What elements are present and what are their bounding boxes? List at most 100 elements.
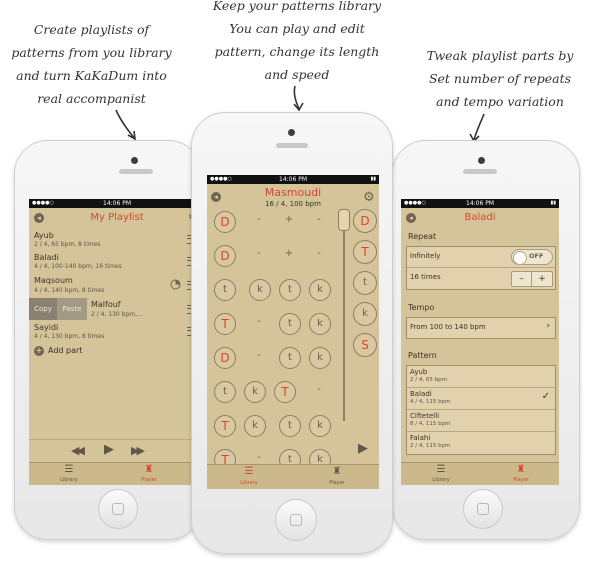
beat-cell[interactable]: t [279, 279, 301, 301]
beat-cell-empty[interactable]: + [283, 214, 295, 225]
palette-sound[interactable]: k [353, 302, 377, 326]
rewind-icon[interactable]: ◀◀ [71, 444, 85, 457]
beat-row: D - t k [207, 347, 347, 371]
back-button[interactable]: ◂ [34, 213, 44, 223]
settings-gear-icon[interactable]: ⚙ [363, 191, 375, 204]
battery-icon: ▮▮ [370, 176, 376, 182]
pattern-option[interactable]: Falahi 2 / 4, 115 bpm [407, 432, 555, 453]
beat-cell-empty[interactable]: - [253, 316, 265, 327]
beat-cell[interactable]: t [279, 415, 301, 437]
beat-cell[interactable]: D [214, 347, 236, 369]
beat-cell[interactable]: t [214, 279, 236, 301]
beat-cell[interactable]: k [309, 347, 331, 369]
beat-cell[interactable]: D [214, 211, 236, 233]
palette-sound[interactable]: t [353, 271, 377, 295]
tab-library[interactable]: ☰ Library [229, 467, 269, 487]
tab-player[interactable]: ♜ Player [501, 464, 541, 484]
list-icon: ☰ [244, 466, 254, 477]
beat-grid: D - + - D - + - t k t k T - t k D - t k … [207, 175, 347, 471]
caption-right: Tweak playlist parts by Set number of re… [410, 44, 590, 113]
add-part-label: Add part [48, 346, 83, 355]
beat-cell[interactable]: k [309, 415, 331, 437]
beat-cell[interactable]: k [244, 381, 266, 403]
page-title: Baladi [464, 212, 496, 223]
play-icon[interactable]: ▶ [104, 442, 114, 457]
beat-cell-empty[interactable]: - [313, 384, 325, 395]
list-icon: ☰ [64, 464, 74, 475]
checkmark-icon: ✓ [541, 391, 550, 402]
caption-middle-line: Keep your patterns library [212, 0, 382, 13]
beat-cell-empty[interactable]: + [283, 248, 295, 259]
playlist-item-title: Baladi [34, 253, 59, 262]
camera [288, 129, 295, 136]
beat-cell[interactable]: k [309, 313, 331, 335]
home-square-icon [290, 514, 302, 526]
beat-cell-empty[interactable]: - [313, 248, 325, 259]
home-button[interactable] [463, 489, 503, 529]
copy-button[interactable]: Copy [29, 298, 57, 320]
beat-cell[interactable]: k [249, 279, 271, 301]
infinitely-toggle[interactable]: OFF [511, 249, 553, 265]
scroll-thumb[interactable] [338, 209, 350, 231]
pattern-list: Ayub 2 / 4, 65 bpm Baladi 4 / 4, 115 bpm… [406, 365, 556, 455]
beat-row: t k T - [207, 381, 347, 405]
toggle-knob [513, 251, 527, 265]
beat-cell-empty[interactable]: - [253, 452, 265, 463]
home-button[interactable] [275, 499, 317, 541]
pattern-title: Falahi [410, 434, 431, 442]
playlist-item-subtitle: 4 / 4, 130 bpm, 8 times [34, 333, 105, 340]
palette-sound[interactable]: S [353, 333, 377, 357]
beat-cell-empty[interactable]: - [313, 214, 325, 225]
drum-icon: ♜ [516, 464, 526, 475]
tab-player[interactable]: ♜ Player [129, 465, 169, 484]
fast-forward-icon[interactable]: ▶▶ [131, 444, 145, 457]
tempo-row[interactable]: From 100 to 140 bpm › [406, 317, 556, 339]
home-button[interactable] [98, 489, 138, 529]
play-icon[interactable]: ▶ [358, 441, 368, 456]
pattern-option[interactable]: Ayub 2 / 4, 65 bpm [407, 366, 555, 388]
playlist-item-title: Malfouf [91, 300, 121, 309]
tab-player[interactable]: ♜ Player [317, 467, 357, 487]
beat-cell[interactable]: t [279, 347, 301, 369]
arrow-left-icon [115, 109, 136, 141]
beat-cell[interactable]: t [279, 313, 301, 335]
beat-cell-empty[interactable]: - [253, 248, 265, 259]
beat-cell[interactable]: D [214, 245, 236, 267]
caption-right-line: and tempo variation [436, 94, 564, 109]
pattern-scrollbar[interactable] [343, 211, 345, 421]
tab-library[interactable]: ☰ Library [49, 464, 89, 484]
beat-cell[interactable]: T [274, 381, 296, 403]
beat-cell-empty[interactable]: - [253, 214, 265, 225]
pattern-title: Baladi [410, 390, 432, 398]
playlist-item-subtitle: 4 / 4, 100-140 bpm, 16 times [34, 263, 122, 270]
tab-bar: ☰ Library ♜ Player [207, 464, 379, 489]
toggle-state-label: OFF [529, 252, 544, 260]
camera [131, 157, 138, 164]
beat-cell[interactable]: k [309, 279, 331, 301]
right-phone: ●●●●○ 14:06 PM ▮▮ ◂ Baladi Repeat Infinite… [392, 140, 580, 540]
beat-row: T k t k [207, 415, 347, 439]
paste-button[interactable]: Paste [57, 298, 87, 320]
decrement-button[interactable]: – [512, 272, 532, 286]
increment-button[interactable]: + [532, 272, 552, 286]
tab-library[interactable]: ☰ Library [421, 464, 461, 484]
battery-icon: ▮▮ [550, 200, 556, 206]
speaker [463, 169, 497, 174]
beat-cell[interactable]: t [214, 381, 236, 403]
back-button[interactable]: ◂ [406, 213, 416, 223]
beat-cell[interactable]: k [244, 415, 266, 437]
repeat-stepper[interactable]: – + [511, 271, 553, 287]
caption-middle-line: pattern, change its length [214, 44, 380, 59]
tab-player-label: Player [329, 480, 345, 486]
pattern-editor-screen: ●●●●○ 14:06 PM ▮▮ ◂ Masmoudi 16 / 4, 100 b… [207, 175, 379, 489]
pattern-option-selected[interactable]: Baladi 4 / 4, 115 bpm ✓ [407, 388, 555, 410]
tempo-header: Tempo [408, 303, 435, 312]
list-icon: ☰ [436, 464, 446, 475]
arrow-middle-icon [293, 85, 304, 112]
pattern-option[interactable]: Ciftetelli 8 / 4, 115 bpm [407, 410, 555, 432]
beat-cell[interactable]: T [214, 415, 236, 437]
palette-sound[interactable]: D [353, 209, 377, 233]
palette-sound[interactable]: T [353, 240, 377, 264]
beat-cell[interactable]: T [214, 313, 236, 335]
beat-cell-empty[interactable]: - [253, 350, 265, 361]
